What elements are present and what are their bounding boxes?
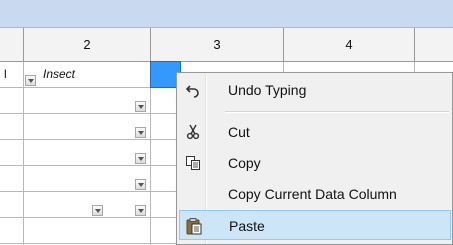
column-header-label: 3 (213, 37, 221, 52)
column-header-4[interactable]: 4 (283, 28, 414, 61)
dropdown-arrow-icon[interactable] (135, 153, 146, 164)
column-header-5[interactable] (414, 28, 453, 61)
menu-item-label: Copy Current Data Column (228, 186, 397, 202)
undo-icon (183, 80, 203, 100)
menu-item-label: Cut (228, 124, 250, 140)
column-header-row-indicator[interactable] (0, 28, 24, 61)
column-header-3[interactable]: 3 (150, 28, 283, 61)
dropdown-arrow-icon[interactable] (135, 179, 146, 190)
cell-value[interactable]: Insect (43, 67, 75, 81)
copy-icon (183, 153, 203, 173)
menu-item-label: Paste (229, 218, 265, 234)
menu-item-copy[interactable]: Copy (179, 148, 451, 178)
dropdown-arrow-icon[interactable] (92, 205, 103, 216)
menu-item-paste[interactable]: Paste (179, 210, 451, 240)
column-header-2[interactable]: 2 (23, 28, 150, 61)
dropdown-arrow-icon[interactable] (135, 205, 146, 216)
menu-item-cut[interactable]: Cut (179, 117, 451, 147)
context-menu: Undo Typing Cut Copy Copy Current Data C… (176, 72, 453, 245)
menu-separator (225, 111, 449, 113)
clipboard-icon (184, 216, 204, 236)
menu-item-label: Undo Typing (228, 82, 307, 98)
dropdown-arrow-icon[interactable] (135, 127, 146, 138)
dropdown-arrow-icon[interactable] (25, 75, 36, 86)
dropdown-arrow-icon[interactable] (135, 101, 146, 112)
scissors-icon (183, 122, 203, 142)
menu-item-label: Copy (228, 155, 261, 171)
column-header-label: 4 (345, 37, 353, 52)
column-header-label: 2 (83, 37, 91, 52)
title-bar (0, 0, 453, 28)
menu-item-copy-current-data-column[interactable]: Copy Current Data Column (179, 179, 451, 209)
spreadsheet-window: 2 3 4 l Insect Undo Typing Cut Copy Copy… (0, 0, 453, 245)
menu-item-undo-typing[interactable]: Undo Typing (179, 75, 451, 105)
column-header-row: 2 3 4 (0, 28, 453, 62)
row-prefix: l (4, 67, 7, 81)
